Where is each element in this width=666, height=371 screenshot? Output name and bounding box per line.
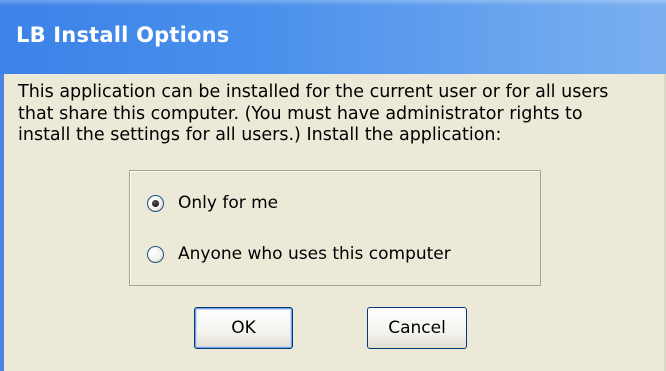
install-options-dialog: LB Install Options This application can …: [0, 0, 666, 371]
instruction-text: This application can be installed for th…: [18, 82, 658, 147]
radio-only-for-me[interactable]: [147, 194, 164, 212]
option-anyone-who-uses-this-computer[interactable]: Anyone who uses this computer: [147, 244, 451, 264]
instruction-line-3: install the settings for all users.) Ins…: [18, 125, 502, 145]
title-bar[interactable]: LB Install Options: [0, 0, 666, 76]
window-left-border: [0, 74, 4, 371]
ok-button[interactable]: OK: [194, 307, 293, 349]
install-scope-group: [129, 170, 541, 286]
option-anyone-label[interactable]: Anyone who uses this computer: [178, 244, 451, 264]
radio-anyone[interactable]: [147, 245, 164, 263]
window-title: LB Install Options: [16, 23, 230, 47]
cancel-button[interactable]: Cancel: [367, 307, 467, 349]
option-only-for-me-label[interactable]: Only for me: [178, 193, 278, 213]
radio-selected-dot-icon: [152, 199, 159, 207]
instruction-line-2: that share this computer. (You must have…: [18, 103, 583, 124]
option-only-for-me[interactable]: Only for me: [147, 193, 278, 213]
instruction-line-1: This application can be installed for th…: [18, 82, 609, 102]
